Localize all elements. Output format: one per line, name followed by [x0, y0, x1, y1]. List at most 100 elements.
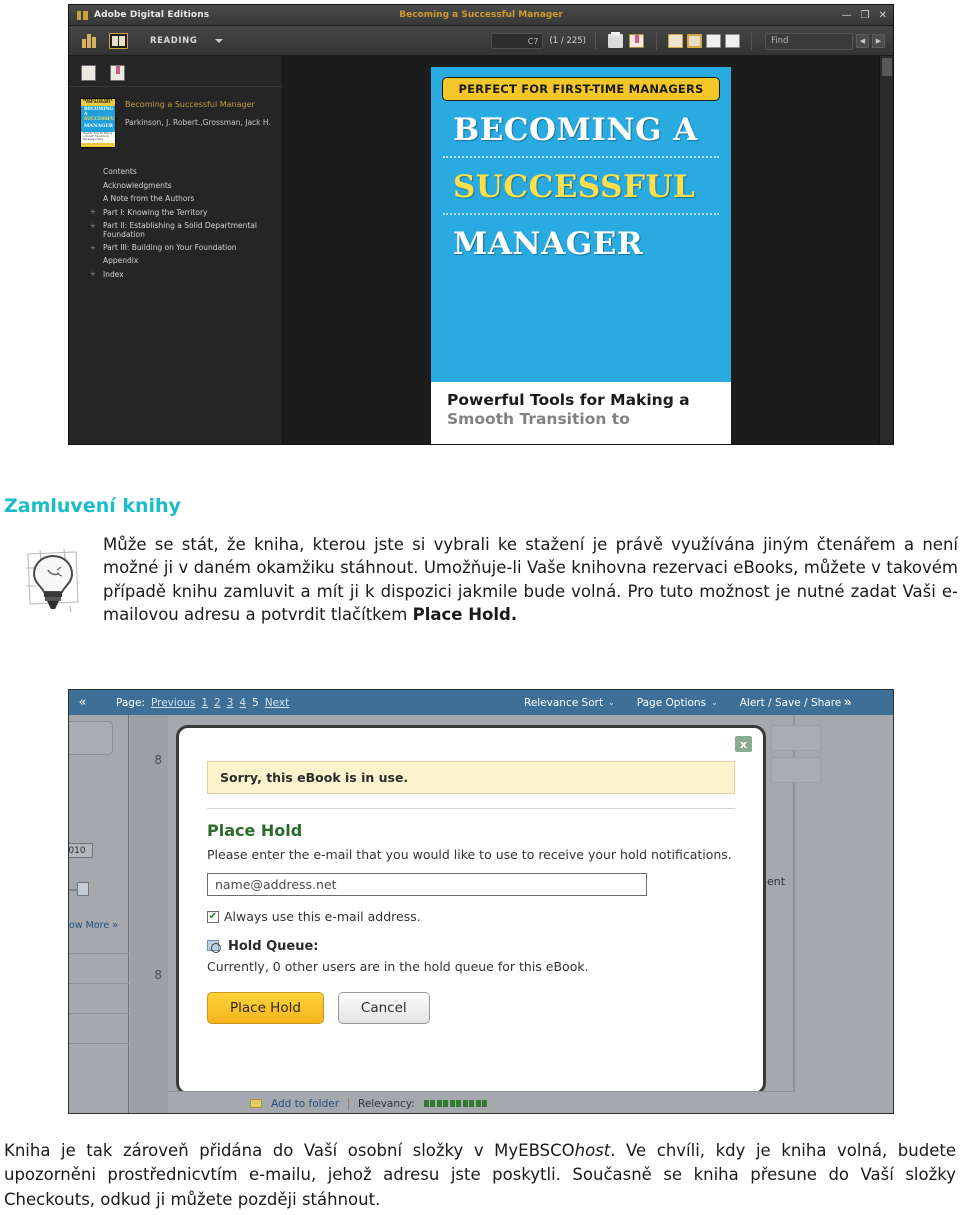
facet-divider — [69, 983, 129, 984]
sidebar-book-entry[interactable]: PERFECT FOR FIRST-TIME MANAGERS BECOMING… — [69, 87, 282, 148]
page-subtitle-line-1: Powerful Tools for Making a — [447, 391, 690, 409]
lightbulb-icon — [26, 548, 79, 613]
reading-mode-label: READING — [150, 35, 198, 46]
ade-toolbar-right: C7 (1 / 225) Find ◀ ▶ — [491, 26, 885, 56]
facet-divider — [69, 1013, 129, 1014]
result-number: 8 — [154, 753, 162, 767]
find-previous-icon[interactable]: ◀ — [856, 34, 869, 48]
ebsco-left-facet-panel: 010 how More » — [69, 715, 129, 1113]
ade-document-title: Becoming a Successful Manager — [399, 10, 563, 20]
toc-item[interactable]: Index — [87, 268, 282, 281]
toolbar-divider — [595, 32, 596, 50]
ebsco-menus: Relevance Sort ⌄ Page Options ⌄ Alert / … — [524, 697, 853, 709]
place-hold-heading: Place Hold — [207, 821, 303, 840]
toc-item[interactable]: A Note from the Authors — [87, 193, 282, 206]
date-slider-handle[interactable] — [69, 882, 89, 896]
toolbar-divider — [656, 32, 657, 50]
ade-toolbar: READING C7 (1 / 225) Find ◀ ▶ — [69, 26, 893, 56]
ade-body: PERFECT FOR FIRST-TIME MANAGERS BECOMING… — [69, 56, 893, 444]
page-link-4[interactable]: 4 — [239, 697, 246, 709]
always-use-email-row[interactable]: ✔ Always use this e-mail address. — [207, 909, 763, 924]
view-mode-double-icon[interactable] — [706, 34, 721, 48]
page-options-label: Page Options — [636, 696, 707, 709]
ade-sidebar: PERFECT FOR FIRST-TIME MANAGERS BECOMING… — [69, 56, 283, 444]
ebook-in-use-alert: Sorry, this eBook is in use. — [207, 761, 735, 794]
ebsco-toolbar: « Page: Previous 1 2 3 4 5 Next Relevanc… — [69, 690, 893, 715]
window-controls: — ❐ ✕ — [842, 5, 887, 26]
collapse-left-icon[interactable]: « — [69, 695, 96, 710]
magnifier-icon — [207, 939, 222, 954]
view-mode-single-icon[interactable] — [668, 34, 683, 48]
ebsco-body: 010 how More » 8 8 ent x Sorry, this eBo… — [69, 715, 893, 1113]
close-icon[interactable]: x — [735, 736, 752, 752]
relevancy-label: Relevancy: — [358, 1097, 415, 1110]
chevron-down-icon[interactable] — [215, 38, 224, 43]
hold-queue-status: Currently, 0 other users are in the hold… — [207, 959, 589, 974]
page-link-2[interactable]: 2 — [214, 697, 221, 709]
year-range-input[interactable]: 010 — [69, 843, 93, 858]
right-panel-text-fragment: ent — [767, 875, 786, 888]
cover-accent-bar — [81, 143, 115, 147]
paragraph-1-text: Může se stát, že kniha, kterou jste si v… — [103, 535, 958, 625]
scrollbar-thumb[interactable] — [882, 58, 892, 76]
chevron-down-icon: ⌄ — [608, 698, 615, 707]
toc-item[interactable]: Part III: Building on Your Foundation — [87, 242, 282, 255]
library-view-icon[interactable] — [82, 33, 99, 48]
right-panel-box[interactable] — [771, 725, 821, 751]
page-title-line-1: BECOMING A — [453, 112, 698, 148]
cancel-button[interactable]: Cancel — [337, 992, 430, 1024]
toolbar-divider — [751, 32, 752, 50]
page-options-menu[interactable]: Page Options ⌄ — [637, 697, 718, 709]
previous-page-link[interactable]: Previous — [151, 697, 195, 709]
relevance-sort-menu[interactable]: Relevance Sort ⌄ — [524, 697, 615, 709]
ebsco-result-gutter: 8 8 — [130, 715, 168, 1113]
reading-view-icon[interactable] — [109, 32, 128, 49]
find-input[interactable]: Find — [765, 32, 853, 50]
page-link-1[interactable]: 1 — [201, 697, 208, 709]
ade-vertical-scrollbar[interactable]: ▲ — [879, 56, 893, 444]
toc-item[interactable]: Part II: Establishing a Solid Department… — [87, 220, 282, 242]
hold-queue-header: Hold Queue: — [207, 939, 763, 954]
add-to-folder-link[interactable]: Add to folder — [271, 1098, 339, 1110]
print-icon[interactable] — [608, 32, 623, 48]
show-more-link[interactable]: how More » — [69, 920, 118, 931]
ebsco-result-footer: Add to folder Relevancy: — [168, 1091, 795, 1113]
sidebar-book-title[interactable]: Becoming a Successful Manager — [125, 100, 271, 109]
place-hold-button[interactable]: Place Hold — [207, 992, 324, 1024]
sidebar-book-cover: PERFECT FOR FIRST-TIME MANAGERS BECOMING… — [80, 98, 116, 148]
page-count-label: (1 / 225) — [549, 36, 586, 46]
toc-item[interactable]: Appendix — [87, 255, 282, 268]
view-mode-scroll-icon[interactable] — [725, 34, 740, 48]
cover-line-1: BECOMING A — [84, 106, 114, 117]
book-cover-page: PERFECT FOR FIRST-TIME MANAGERS BECOMING… — [431, 67, 731, 444]
cover-line-3: MANAGER — [84, 123, 113, 130]
table-of-contents: Contents Acknowledgments A Note from the… — [69, 148, 282, 282]
maximize-icon[interactable]: ❐ — [861, 10, 870, 21]
toc-item[interactable]: Acknowledgments — [87, 179, 282, 192]
page-link-3[interactable]: 3 — [227, 697, 234, 709]
toc-item[interactable]: Contents — [87, 166, 282, 179]
collapse-right-icon[interactable]: » — [834, 695, 861, 710]
dialog-divider — [207, 808, 735, 809]
email-field[interactable]: name@address.net — [207, 873, 647, 896]
find-next-icon[interactable]: ▶ — [872, 34, 885, 48]
page-title: Zamluvení knihy — [4, 495, 181, 517]
tab-table-of-contents-icon[interactable] — [81, 65, 96, 81]
checkbox-icon[interactable]: ✔ — [207, 910, 219, 923]
place-hold-description: Please enter the e-mail that you would l… — [207, 847, 732, 862]
page-link-5[interactable]: 5 — [252, 697, 259, 709]
next-page-link[interactable]: Next — [265, 697, 289, 709]
page-number-input[interactable]: C7 — [491, 33, 544, 49]
facet-divider — [69, 953, 129, 954]
ade-reading-pane: PERFECT FOR FIRST-TIME MANAGERS BECOMING… — [283, 56, 879, 444]
view-mode-fit-icon[interactable] — [687, 34, 702, 48]
tab-bookmarks-icon[interactable] — [110, 65, 125, 81]
close-icon[interactable]: ✕ — [879, 10, 887, 21]
right-panel-box[interactable] — [771, 757, 821, 783]
paragraph-myebscohost: Kniha je tak zároveň přidána do Vaší oso… — [4, 1139, 956, 1212]
bookmark-icon[interactable] — [629, 34, 644, 48]
minimize-icon[interactable]: — — [842, 10, 852, 21]
page-band-wrapper: PERFECT FOR FIRST-TIME MANAGERS — [431, 67, 731, 101]
facet-box[interactable] — [69, 721, 113, 755]
toc-item[interactable]: Part I: Knowing the Territory — [87, 206, 282, 219]
